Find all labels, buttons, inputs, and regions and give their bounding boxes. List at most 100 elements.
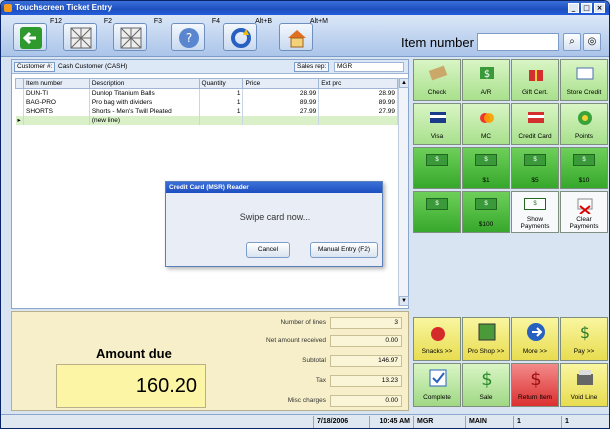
dollar-icon: $ bbox=[480, 67, 494, 80]
cell-price: 89.99 bbox=[242, 98, 320, 107]
col-description[interactable]: Description bbox=[88, 78, 200, 89]
item-number-input[interactable] bbox=[477, 33, 559, 51]
row-pointer-icon: ▸ bbox=[15, 116, 24, 125]
scroll-up-icon[interactable]: ▲ bbox=[399, 78, 409, 88]
button-label: $10 bbox=[578, 177, 590, 184]
cell-ext: 28.99 bbox=[318, 88, 398, 98]
button-label: Pay >> bbox=[573, 348, 595, 355]
status-user: MGR bbox=[413, 416, 465, 428]
clear-payments-button[interactable]: Clear Payments bbox=[560, 191, 608, 233]
points-icon bbox=[578, 111, 592, 125]
sale-button[interactable]: $ Sale bbox=[462, 363, 510, 407]
cash-5-button[interactable]: $ $5 bbox=[511, 147, 559, 189]
cash-icon: $ bbox=[426, 154, 448, 166]
app-icon bbox=[4, 4, 12, 12]
cash-button-hidden[interactable]: $ bbox=[413, 191, 461, 233]
help-button[interactable]: ? F4 bbox=[171, 18, 220, 51]
golf-icon bbox=[478, 323, 496, 341]
more-button[interactable]: More >> bbox=[511, 317, 559, 361]
cash-icon: $ bbox=[475, 154, 497, 166]
search-button[interactable]: ⌕ bbox=[563, 33, 581, 51]
credit-card-button[interactable]: Credit Card bbox=[511, 103, 559, 145]
scroll-down-icon[interactable]: ▼ bbox=[399, 296, 409, 306]
mastercard-button[interactable]: MC bbox=[462, 103, 510, 145]
check-button[interactable]: Check bbox=[413, 59, 461, 101]
cash-1-button-hidden[interactable]: $ bbox=[413, 147, 461, 189]
minimize-button[interactable]: _ bbox=[568, 3, 579, 13]
visa-button[interactable]: Visa bbox=[413, 103, 461, 145]
snacks-button[interactable]: Snacks >> bbox=[413, 317, 461, 361]
points-button[interactable]: Points bbox=[560, 103, 608, 145]
summary-label: Number of lines bbox=[280, 319, 326, 326]
col-item-number[interactable]: Item number bbox=[22, 78, 90, 89]
grid-button-f2[interactable]: F2 bbox=[63, 18, 112, 51]
cell-item: BAG-PRO bbox=[23, 98, 90, 107]
new-line-row[interactable]: ▸ (new line) bbox=[15, 116, 398, 125]
grid-icon bbox=[120, 27, 142, 49]
arrow-left-icon bbox=[20, 27, 42, 49]
shortcut-label: F4 bbox=[211, 18, 220, 25]
lookup-icon: ◎ bbox=[587, 36, 597, 47]
sales-rep-field[interactable]: MGR bbox=[334, 62, 404, 72]
cash-100-button[interactable]: $ $100 bbox=[462, 191, 510, 233]
amount-due-label: Amount due bbox=[96, 346, 172, 361]
pay-button[interactable]: $ Pay >> bbox=[560, 317, 608, 361]
svg-text:$: $ bbox=[530, 369, 541, 388]
col-ext-price[interactable]: Ext prc bbox=[318, 78, 398, 89]
close-button[interactable]: × bbox=[594, 3, 605, 13]
manual-entry-button[interactable]: Manual Entry (F2) bbox=[310, 242, 378, 258]
summary-value: 13.23 bbox=[330, 375, 402, 387]
cancel-button[interactable]: Cancel bbox=[246, 242, 290, 258]
app-window: Touchscreen Ticket Entry _ □ × F12 F2 F3… bbox=[0, 0, 610, 429]
return-item-button[interactable]: $ Return Item bbox=[511, 363, 559, 407]
void-line-button[interactable]: Void Line bbox=[560, 363, 608, 407]
cell-desc: Dunlop Titanium Balls bbox=[89, 88, 200, 98]
grid-button-f3[interactable]: F3 bbox=[113, 18, 162, 51]
ar-button[interactable]: $ A/R bbox=[462, 59, 510, 101]
col-quantity[interactable]: Quantity bbox=[198, 78, 244, 89]
vertical-scrollbar[interactable]: ▲ ▼ bbox=[398, 78, 409, 306]
maximize-button[interactable]: □ bbox=[581, 3, 592, 13]
table-row[interactable]: SHORTS Shorts - Men's Twill Pleated 1 27.99… bbox=[15, 107, 398, 116]
home-button[interactable]: Alt+M bbox=[279, 18, 328, 51]
col-price[interactable]: Price bbox=[242, 78, 320, 89]
cell-desc: Pro bag with dividers bbox=[89, 98, 200, 107]
summary-label: Subtotal bbox=[302, 357, 326, 364]
lookup-button[interactable]: ◎ bbox=[583, 33, 601, 51]
cell-desc: Shorts - Men's Twill Pleated bbox=[89, 107, 200, 116]
svg-text:$: $ bbox=[484, 69, 490, 80]
pro-shop-button[interactable]: Pro Shop >> bbox=[462, 317, 510, 361]
button-label: Void Line bbox=[570, 394, 598, 401]
dialog-title: Credit Card (MSR) Reader bbox=[166, 182, 382, 193]
button-label: A/R bbox=[480, 89, 492, 96]
show-payments-button[interactable]: $ Show Payments bbox=[511, 191, 559, 233]
store-credit-button[interactable]: Store Credit bbox=[560, 59, 608, 101]
cell-qty: 1 bbox=[199, 88, 244, 98]
cash-icon: $ bbox=[524, 154, 546, 166]
button-label: $100 bbox=[478, 221, 494, 228]
cell-price: 27.99 bbox=[242, 107, 320, 116]
cash-1-button[interactable]: $ $1 bbox=[462, 147, 510, 189]
gift-icon bbox=[529, 70, 543, 81]
item-number-label: Item number bbox=[401, 35, 474, 50]
customer-value: Cash Customer (CASH) bbox=[58, 63, 128, 70]
back-button[interactable]: F12 bbox=[13, 18, 62, 51]
status-store: MAIN bbox=[465, 416, 513, 428]
refresh-button[interactable]: Alt+B bbox=[223, 18, 272, 51]
summary-label: Misc charges bbox=[287, 397, 326, 404]
shortcut-label: F3 bbox=[153, 18, 162, 25]
summary-label: Net amount received bbox=[266, 337, 326, 344]
sales-rep-label[interactable]: Sales rep: bbox=[294, 62, 330, 72]
table-row[interactable]: DUN-TI Dunlop Titanium Balls 1 28.99 28.99 bbox=[15, 88, 398, 98]
row-marker-header bbox=[15, 78, 24, 89]
cash-10-button[interactable]: $ $10 bbox=[560, 147, 608, 189]
gift-cert-button[interactable]: Gift Cert. bbox=[511, 59, 559, 101]
complete-button[interactable]: Complete bbox=[413, 363, 461, 407]
summary-value: 3 bbox=[330, 317, 402, 329]
customer-label[interactable]: Customer #: bbox=[14, 62, 56, 72]
cell-ext: 27.99 bbox=[318, 107, 398, 116]
cell-item: DUN-TI bbox=[23, 88, 90, 98]
table-row[interactable]: BAG-PRO Pro bag with dividers 1 89.99 89.99 bbox=[15, 98, 398, 107]
home-icon bbox=[288, 30, 306, 48]
summary-value: 0.00 bbox=[330, 395, 402, 407]
